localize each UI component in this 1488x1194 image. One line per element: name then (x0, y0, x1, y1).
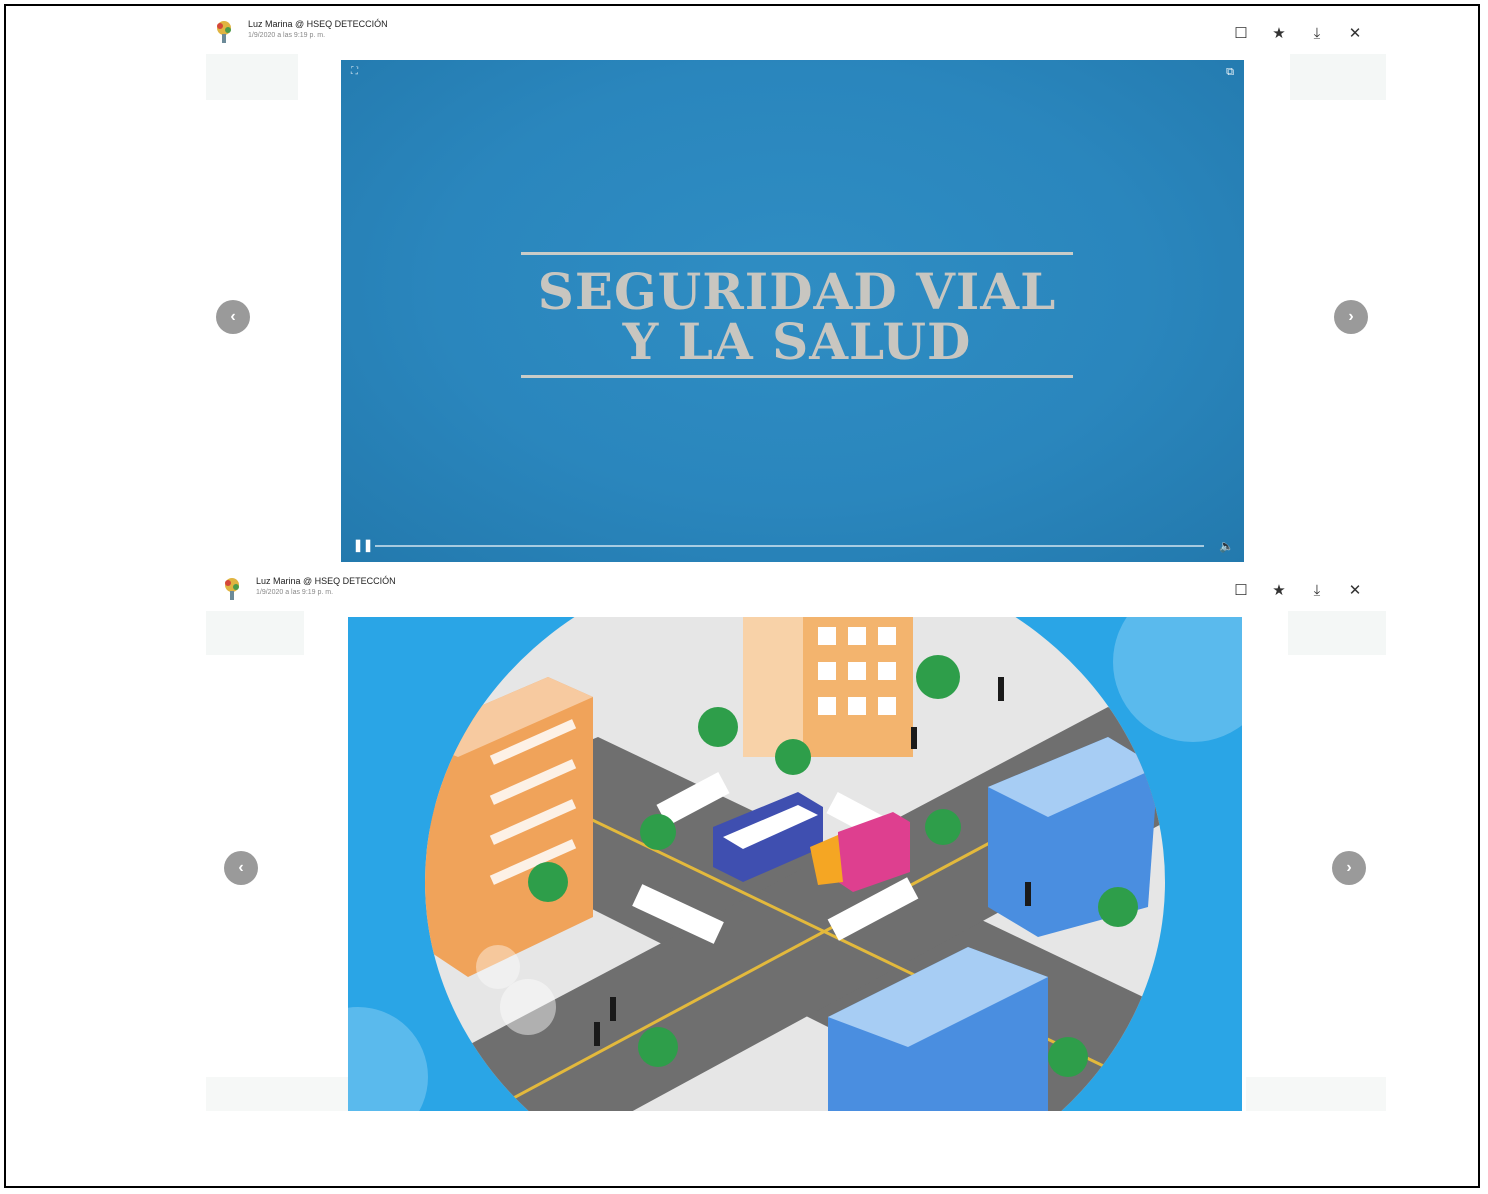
avatar (225, 578, 239, 600)
volume-icon[interactable]: 🔈 (1219, 539, 1234, 553)
author-name[interactable]: Luz Marina @ HSEQ DETECCIÓN (256, 576, 396, 586)
video-progress-bar[interactable] (375, 545, 1204, 547)
title-rule-bottom (521, 375, 1073, 378)
prev-arrow-button[interactable]: ‹ (216, 300, 250, 334)
star-icon[interactable]: ★ (1266, 20, 1292, 46)
left-footer-shade (206, 1077, 348, 1111)
video-title-card: SEGURIDAD VIAL Y LA SALUD (521, 252, 1073, 378)
download-icon[interactable]: ⤓ (1304, 20, 1330, 46)
post-timestamp: 1/9/2020 a las 9:19 p. m. (256, 589, 334, 596)
right-panel-shade (1288, 611, 1386, 655)
comment-icon[interactable]: ☐ (1228, 20, 1254, 46)
prev-arrow-button[interactable]: ‹ (224, 851, 258, 885)
comment-icon[interactable]: ☐ (1228, 577, 1254, 603)
close-icon[interactable]: ✕ (1342, 20, 1368, 46)
viewer-header: Luz Marina @ HSEQ DETECCIÓN 1/9/2020 a l… (202, 567, 1390, 611)
video-player[interactable]: ⛶ ⧉ SEGURIDAD VIAL Y LA SALUD ❚❚ 🔈 (341, 60, 1244, 562)
video-title-line-1: SEGURIDAD VIAL (537, 262, 1057, 321)
media-viewer-image: Luz Marina @ HSEQ DETECCIÓN 1/9/2020 a l… (202, 567, 1390, 1112)
right-footer-shade (1246, 1077, 1386, 1111)
star-icon[interactable]: ★ (1266, 577, 1292, 603)
media-viewer-video: Luz Marina @ HSEQ DETECCIÓN 1/9/2020 a l… (202, 10, 1390, 566)
next-arrow-button[interactable]: › (1334, 300, 1368, 334)
post-timestamp: 1/9/2020 a las 9:19 p. m. (248, 32, 326, 39)
author-name[interactable]: Luz Marina @ HSEQ DETECCIÓN (248, 19, 388, 29)
viewer-toolbar: ☐ ★ ⤓ ✕ (1228, 20, 1368, 46)
right-panel-shade (1290, 54, 1386, 100)
viewer-header: Luz Marina @ HSEQ DETECCIÓN 1/9/2020 a l… (202, 10, 1390, 54)
avatar (217, 21, 231, 43)
expand-icon[interactable]: ⛶ (351, 66, 358, 77)
screenshot-frame: Luz Marina @ HSEQ DETECCIÓN 1/9/2020 a l… (4, 4, 1480, 1188)
download-icon[interactable]: ⤓ (1304, 577, 1330, 603)
video-title-line-2: Y LA SALUD (622, 312, 972, 371)
pause-button[interactable]: ❚❚ (353, 538, 373, 552)
popout-icon[interactable]: ⧉ (1226, 66, 1234, 79)
viewer-toolbar: ☐ ★ ⤓ ✕ (1228, 577, 1368, 603)
left-panel-shade (206, 611, 304, 655)
video-title: SEGURIDAD VIAL Y LA SALUD (521, 255, 1073, 375)
next-arrow-button[interactable]: › (1332, 851, 1366, 885)
close-icon[interactable]: ✕ (1342, 577, 1368, 603)
image-preview[interactable] (348, 617, 1242, 1111)
left-panel-shade (206, 54, 298, 100)
city-intersection-illustration (348, 617, 1242, 1111)
